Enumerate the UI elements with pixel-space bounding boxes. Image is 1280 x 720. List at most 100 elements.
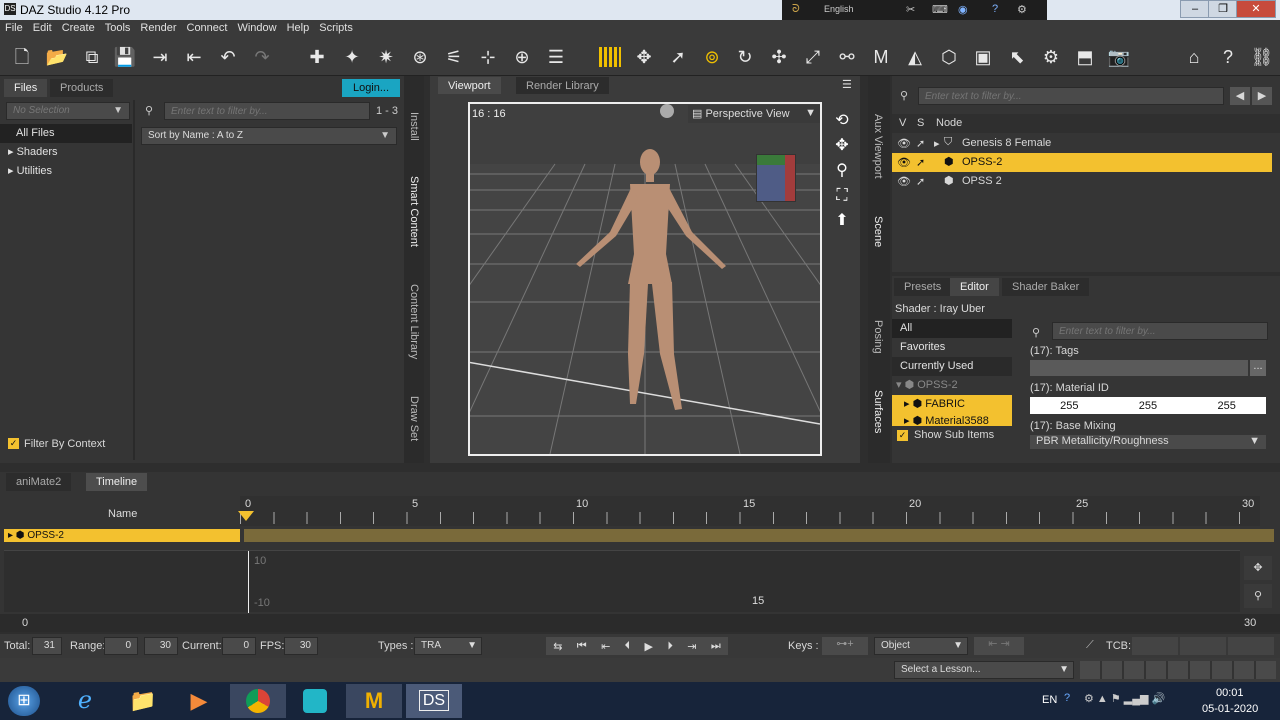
menu-connect[interactable]: Connect	[182, 20, 233, 38]
first-frame-icon[interactable]: ⏮	[577, 640, 587, 653]
track-keyframes-bar[interactable]	[244, 529, 1274, 542]
pane-menu-icon[interactable]: ☰	[842, 78, 852, 91]
undo-icon[interactable]: ↶	[216, 45, 240, 69]
scene-node-row[interactable]: 👁 ➚ ▸ ⛉ Genesis 8 Female	[892, 134, 1272, 153]
active-pose-icon[interactable]: ⊚	[700, 45, 724, 69]
lesson-steps[interactable]	[1080, 661, 1276, 679]
input-lang-label[interactable]: EN	[1042, 694, 1057, 706]
vtab-surfaces[interactable]: Surfaces	[872, 390, 884, 433]
keyboard-icon[interactable]: ⌨	[932, 3, 948, 16]
tab-animate2[interactable]: aniMate2	[6, 473, 72, 491]
rotate-tool-icon[interactable]: ↻	[733, 45, 757, 69]
scene-node-row-selected[interactable]: 👁 ➚ ⬢ OPSS-2	[892, 153, 1272, 172]
surface-group-all[interactable]: All	[892, 319, 1012, 338]
create-figure-icon[interactable]: ✚	[305, 45, 329, 69]
distant-light-icon[interactable]: ⚟	[442, 45, 466, 69]
track-opss2[interactable]: ▸ ⬢ OPSS-2	[4, 529, 240, 542]
ie-icon[interactable]: ℯ	[60, 685, 110, 717]
forward-arrow-icon[interactable]: ▶	[1252, 87, 1272, 105]
current-field[interactable]: 0	[222, 637, 256, 655]
graph-zoom-icon[interactable]: ⚲	[1244, 584, 1272, 608]
scene-node-row[interactable]: 👁 ➚ ⬢ OPSS 2	[892, 172, 1272, 191]
tcb-tension-field[interactable]	[1132, 637, 1178, 655]
start-button[interactable]: ⊞	[8, 686, 40, 716]
tree-item-shaders[interactable]: ▸ Shaders	[0, 143, 58, 162]
help-icon[interactable]: ?	[1064, 692, 1070, 704]
surface-group-currently-used[interactable]: Currently Used	[892, 357, 1012, 376]
zoom-icon[interactable]: ⚲	[834, 158, 850, 183]
eye-icon[interactable]: 👁	[897, 137, 911, 150]
orbit-icon[interactable]: ⟲	[834, 108, 850, 133]
vtab-aux-viewport[interactable]: Aux Viewport	[872, 114, 884, 179]
view-cube[interactable]	[756, 154, 796, 202]
sort-dropdown[interactable]: Sort by Name : A to Z ▼	[141, 127, 397, 145]
eye-icon[interactable]: 👁	[897, 175, 911, 188]
graph-pan-icon[interactable]: ✥	[1244, 556, 1272, 580]
language-label[interactable]: English	[824, 4, 854, 14]
play-icon[interactable]: ▶	[645, 640, 653, 653]
col-visible[interactable]: V	[899, 117, 906, 129]
ime-icon[interactable]: ◉	[958, 3, 968, 16]
tcb-bias-field[interactable]	[1228, 637, 1274, 655]
minimize-button[interactable]: –	[1180, 0, 1210, 18]
viewport-canvas[interactable]: 16 : 16 ▤ Perspective View ▼	[468, 102, 822, 456]
loop-icon[interactable]: ⇆	[553, 640, 562, 653]
daz-studio-icon[interactable]: DS	[406, 684, 462, 718]
last-frame-icon[interactable]: ⏭	[711, 640, 721, 653]
menu-window[interactable]: Window	[232, 20, 281, 38]
menu-render[interactable]: Render	[135, 20, 181, 38]
next-frame-icon[interactable]: ⏵	[667, 640, 673, 653]
help-icon[interactable]: ?	[992, 3, 998, 15]
view-dropdown[interactable]: ▤ Perspective View ▼	[688, 105, 820, 123]
tray-icons[interactable]: ⚙ ▲ ⚑ ▂▄▆ 🔊	[1084, 692, 1165, 705]
show-sub-items-checkbox[interactable]: ✓	[897, 430, 908, 441]
total-field[interactable]: 31	[32, 637, 62, 655]
filter-context-checkbox[interactable]: ✓	[8, 438, 19, 449]
prev-frame-icon[interactable]: ⏴	[625, 640, 631, 653]
vtab-scene[interactable]: Scene	[872, 216, 884, 247]
vtab-content-library[interactable]: Content Library	[408, 284, 420, 359]
mic-icon[interactable]: ✂	[906, 3, 915, 16]
figure-genesis-8-female[interactable]	[576, 149, 726, 410]
back-arrow-icon[interactable]: ◀	[1230, 87, 1250, 105]
select-arrow-icon[interactable]: ➚	[916, 175, 925, 188]
align-icon[interactable]: ☰	[544, 45, 568, 69]
tab-viewport[interactable]: Viewport	[438, 77, 501, 94]
material-id-color[interactable]: 255 255 255	[1030, 397, 1266, 414]
vtab-draw-settings[interactable]: Draw Set	[408, 396, 420, 441]
col-selectable[interactable]: S	[917, 117, 924, 129]
col-node[interactable]: Node	[936, 117, 962, 129]
range-slider[interactable]: 0 30	[0, 614, 1280, 632]
create-light-icon[interactable]: ✦	[340, 45, 364, 69]
lesson-dropdown[interactable]: Select a Lesson... ▼	[894, 661, 1074, 679]
menu-scripts[interactable]: Scripts	[314, 20, 358, 38]
select-arrow-icon[interactable]: ➚	[916, 156, 925, 169]
object-dropdown[interactable]: Object ▼	[874, 637, 968, 655]
files-filter-input[interactable]	[164, 102, 370, 120]
region-tool-icon[interactable]: ⬡	[937, 45, 961, 69]
group-icon[interactable]: ⊕	[510, 45, 534, 69]
time-ruler[interactable]: 0 5 10 15 20 25 30	[238, 496, 1260, 526]
menu-create[interactable]: Create	[57, 20, 100, 38]
prev-key-icon[interactable]: ⇤	[601, 640, 610, 653]
open-icon[interactable]: 📂	[45, 45, 69, 69]
export-icon[interactable]: ⇤	[182, 45, 206, 69]
7zip-icon[interactable]	[290, 685, 340, 717]
select-tool-icon[interactable]: ➚	[666, 45, 690, 69]
up-arrow-icon[interactable]: ⬆	[834, 208, 850, 233]
selection-dropdown[interactable]: No Selection ▼	[6, 102, 130, 120]
frame-icon[interactable]: ⛶	[834, 183, 850, 208]
translate-tool-icon[interactable]: ✣	[767, 45, 791, 69]
redo-icon[interactable]: ↷	[250, 45, 274, 69]
media-player-icon[interactable]: ▶	[174, 685, 224, 717]
tcb-curve-icon[interactable]: ⟋	[1086, 639, 1094, 652]
splitter[interactable]	[133, 100, 135, 460]
tcb-continuity-field[interactable]	[1180, 637, 1226, 655]
tab-products[interactable]: Products	[50, 79, 114, 97]
scale-tool-icon[interactable]: ⤢	[801, 45, 825, 69]
menu-help[interactable]: Help	[282, 20, 315, 38]
render-camera-icon[interactable]: 📷	[1107, 45, 1131, 69]
vtab-smart-content[interactable]: Smart Content	[408, 176, 420, 247]
layout-icon[interactable]: ⛓	[1250, 45, 1274, 69]
tab-presets[interactable]: Presets	[894, 278, 952, 296]
